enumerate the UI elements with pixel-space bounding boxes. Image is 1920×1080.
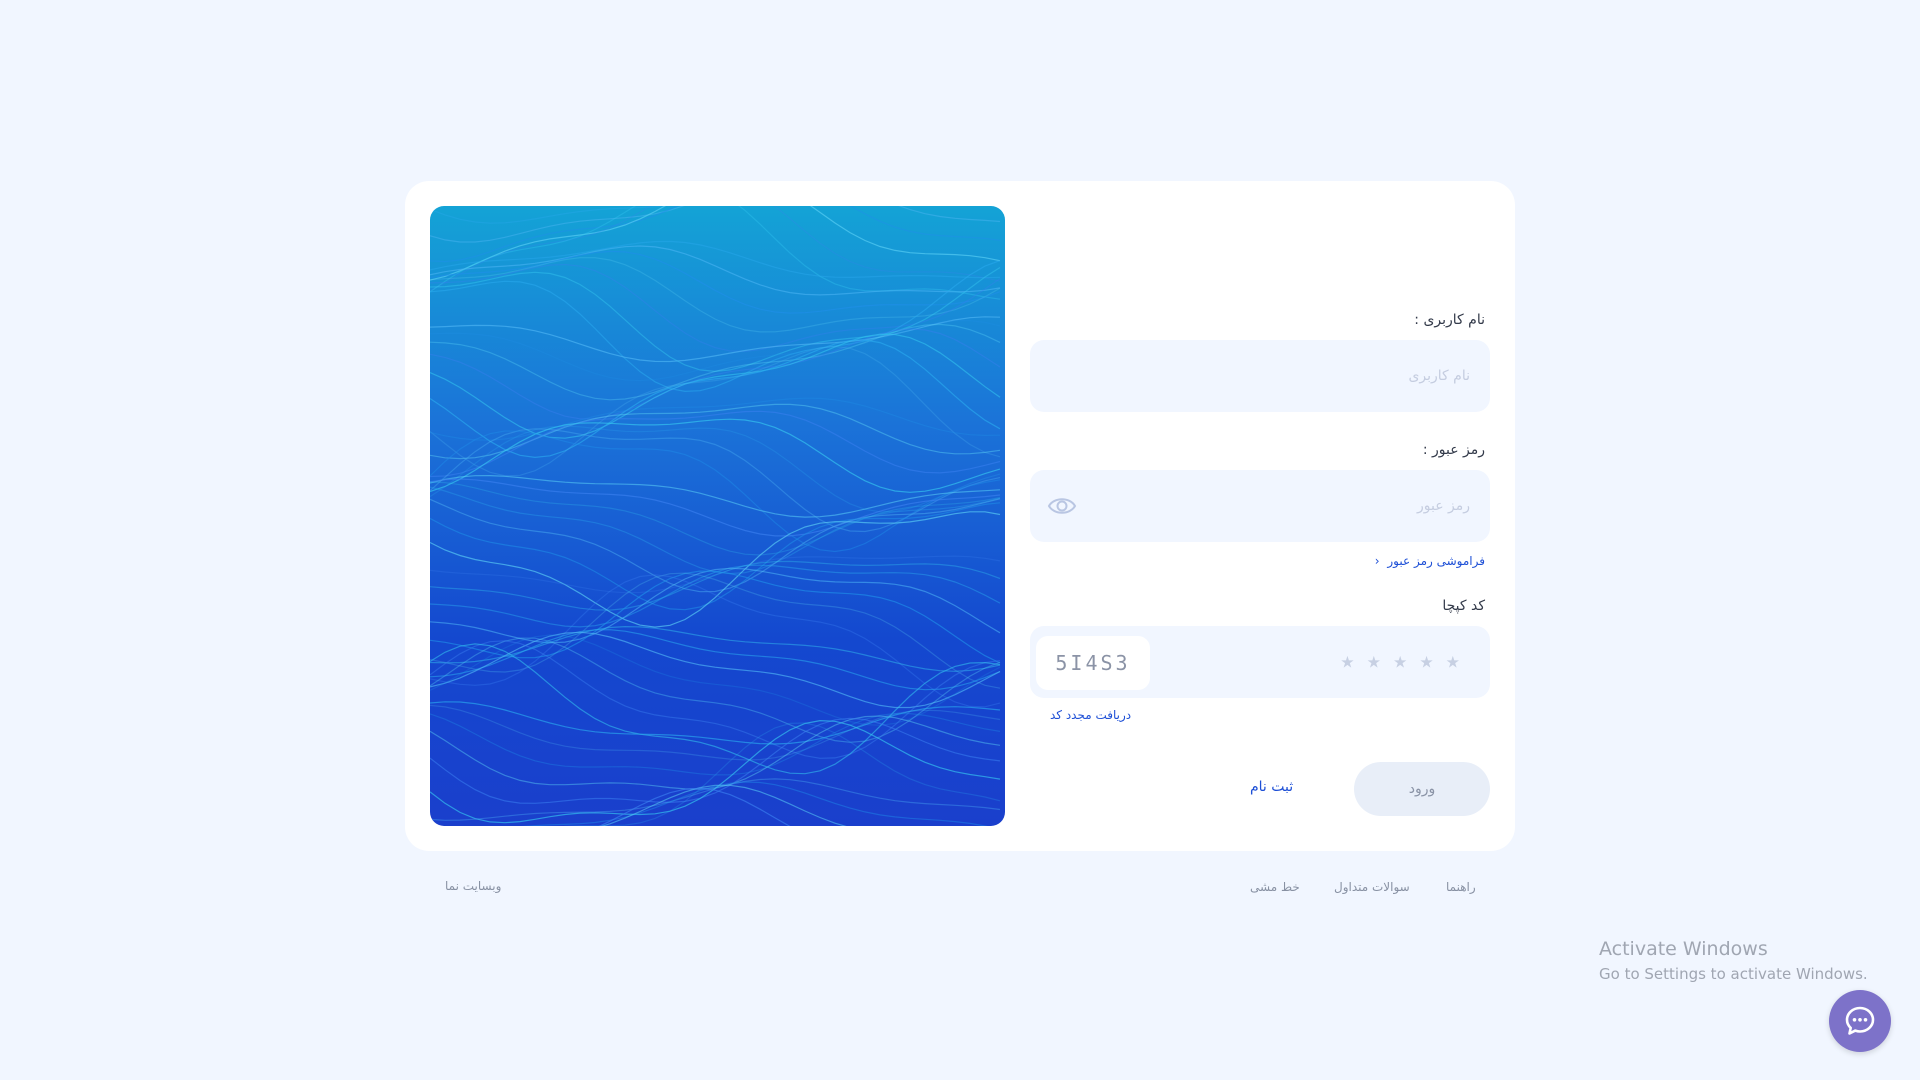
login-form: نام کاربری : نام کاربری رمز عبور : رمز ع… (1030, 181, 1490, 851)
eye-icon[interactable] (1047, 494, 1077, 518)
footer-guide-link[interactable]: راهنما (1446, 880, 1476, 894)
forgot-password-label: فراموشی رمز عبور (1387, 554, 1485, 568)
captcha-image: 5I4S3 (1036, 636, 1150, 690)
placeholder-star: ★ (1445, 652, 1460, 672)
activate-windows-title: Activate Windows (1599, 938, 1768, 960)
captcha-label: کد کپچا (1442, 598, 1485, 614)
username-field[interactable]: نام کاربری (1030, 340, 1490, 412)
placeholder-star: ★ (1392, 652, 1408, 672)
chevron-left-icon: ‹ (1374, 554, 1380, 568)
chat-bubble-icon (1845, 1006, 1875, 1035)
password-field[interactable]: رمز عبور (1030, 470, 1490, 542)
activate-windows-subtitle: Go to Settings to activate Windows. (1599, 965, 1868, 983)
register-link[interactable]: ثبت نام (1250, 779, 1293, 795)
username-label: نام کاربری : (1414, 312, 1485, 328)
password-placeholder: رمز عبور (1416, 498, 1470, 514)
placeholder-star: ★ (1340, 652, 1355, 672)
hero-wave-image (430, 206, 1005, 826)
placeholder-star: ★ (1419, 652, 1434, 672)
wave-artwork (430, 206, 1005, 826)
username-placeholder: نام کاربری (1408, 368, 1470, 384)
captcha-field[interactable]: 5I4S3 ★ ★ ★ ★ ★ (1030, 626, 1490, 698)
footer-policy-link[interactable]: خط مشی (1250, 880, 1300, 894)
footer-site-link[interactable]: وبسایت نما (445, 879, 501, 893)
refresh-captcha-link[interactable]: دریافت مجدد کد (1050, 708, 1131, 722)
footer-faq-link[interactable]: سوالات متداول (1334, 880, 1410, 894)
login-button[interactable]: ورود (1354, 762, 1490, 816)
chat-button[interactable] (1829, 990, 1891, 1052)
captcha-placeholder: ★ ★ ★ ★ ★ (1340, 653, 1460, 672)
placeholder-star: ★ (1366, 652, 1381, 672)
login-card: نام کاربری : نام کاربری رمز عبور : رمز ع… (405, 181, 1515, 851)
forgot-password-link[interactable]: فراموشی رمز عبور ‹ (1375, 554, 1485, 568)
password-label: رمز عبور : (1422, 442, 1485, 458)
